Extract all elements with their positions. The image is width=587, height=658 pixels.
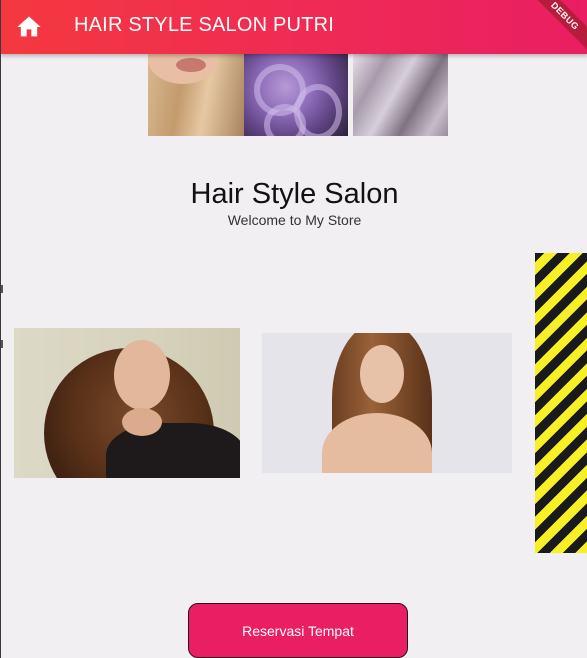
hair-photo-silver <box>353 54 448 136</box>
page-subtitle: Welcome to My Store <box>227 212 362 228</box>
home-button[interactable] <box>15 13 43 41</box>
model-photo-wavy-hair <box>14 328 240 478</box>
overflow-warning-stripes <box>535 253 587 553</box>
hair-photo-purple <box>244 54 348 136</box>
app-title: HAIR STYLE SALON PUTRI <box>74 14 335 36</box>
edge-marker <box>1 285 3 293</box>
app-bar: HAIR STYLE SALON PUTRI <box>1 0 587 54</box>
home-icon <box>17 16 41 37</box>
page-title: Hair Style Salon <box>190 178 399 210</box>
model-photo-straight-hair <box>262 333 512 473</box>
reserve-button[interactable]: Reservasi Tempat <box>188 603 408 658</box>
app-screen: HAIR STYLE SALON PUTRI DEBUG Hair Style … <box>0 0 587 658</box>
edge-marker <box>1 340 3 348</box>
hair-photo-blonde <box>148 54 244 136</box>
